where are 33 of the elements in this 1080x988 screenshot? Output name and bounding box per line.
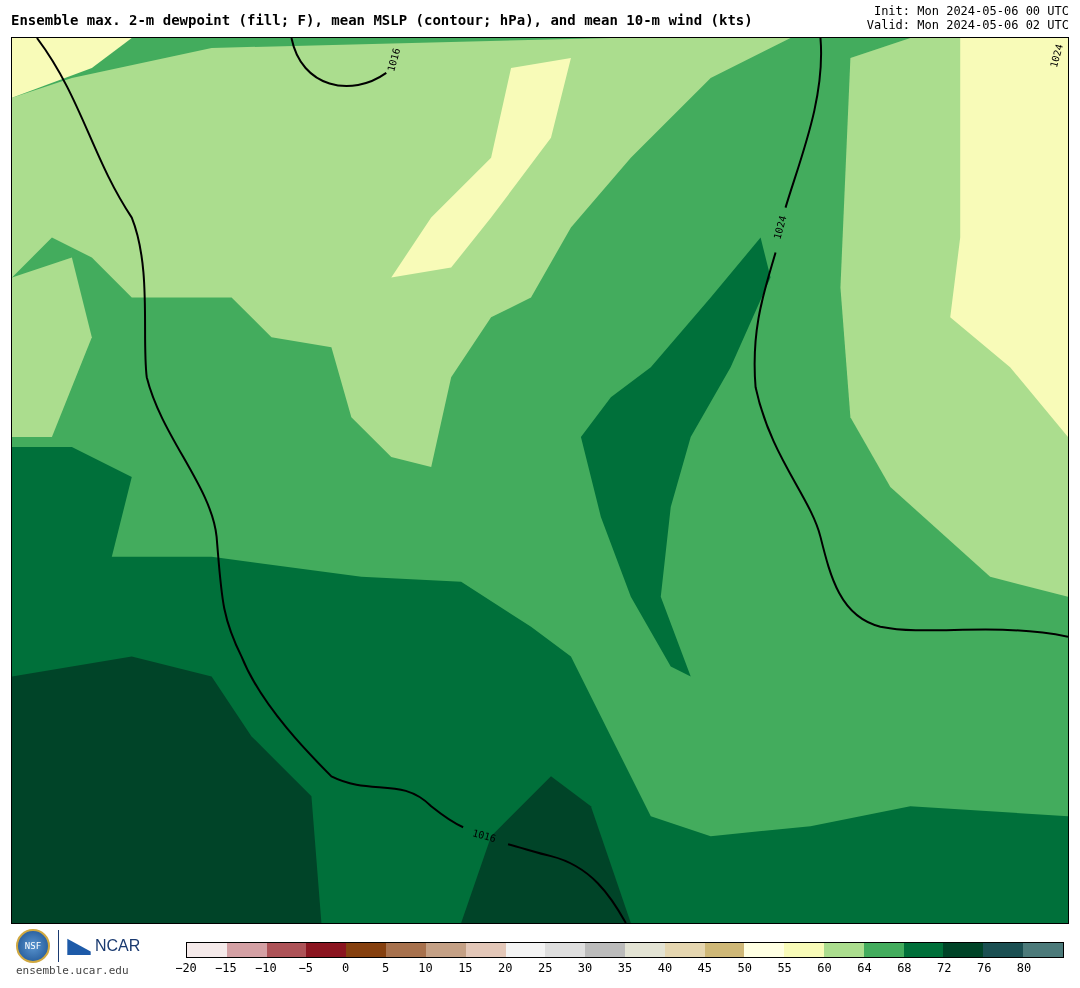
colorbar-tick-label: 40 [657, 961, 673, 975]
colorbar-tick-label: 5 [381, 961, 390, 975]
colorbar-tick-label: 50 [737, 961, 752, 975]
colorbar-tick-label: 72 [937, 961, 952, 975]
colorbar-tick-label: 76 [976, 961, 992, 975]
colorbar-tick-label: 35 [617, 961, 633, 975]
ncar-logo: NCAR [95, 937, 141, 955]
site-url: ensemble.ucar.edu [16, 964, 130, 977]
colorbar-tick-label: 55 [777, 961, 792, 975]
colorbar-tick-label: −10 [254, 961, 277, 975]
colorbar-tick-label: 45 [697, 961, 713, 975]
ncar-logo-icon [67, 937, 91, 955]
colorbar-tick-label: 25 [537, 961, 553, 975]
colorbar-tick-label: 15 [458, 961, 473, 975]
valid-time: Valid: Mon 2024-05-06 02 UTC [866, 18, 1069, 32]
nsf-logo: NSF [16, 929, 50, 963]
colorbar-tick-label: 20 [498, 961, 513, 975]
chart-title: Ensemble max. 2-m dewpoint (fill; F), mean MSLP (contour; hPa), and mean 10-m wind (kts) [11, 12, 753, 30]
colorbar-tick-label: −15 [215, 961, 237, 975]
colorbar-tick-label: 80 [1016, 961, 1032, 975]
colorbar-tick-label: 64 [857, 961, 872, 975]
colorbar-tick-label: 30 [577, 961, 593, 975]
init-time: Init: Mon 2024-05-06 00 UTC [872, 4, 1069, 18]
colorbar-tick-label: 68 [897, 961, 912, 975]
contour-label: 1016 [385, 46, 403, 73]
colorbar-tick-label: −20 [175, 961, 197, 975]
colorbar-tick-label: 60 [817, 961, 832, 975]
contour-label: 1016 [471, 827, 498, 845]
colorbar-tick-label: 10 [418, 961, 433, 975]
contour-label: 1024 [771, 214, 789, 241]
colorbar-tick-label: 0 [342, 961, 350, 975]
colorbar-tick-label: −5 [298, 961, 313, 975]
contour-label: 1024 [1048, 42, 1065, 69]
